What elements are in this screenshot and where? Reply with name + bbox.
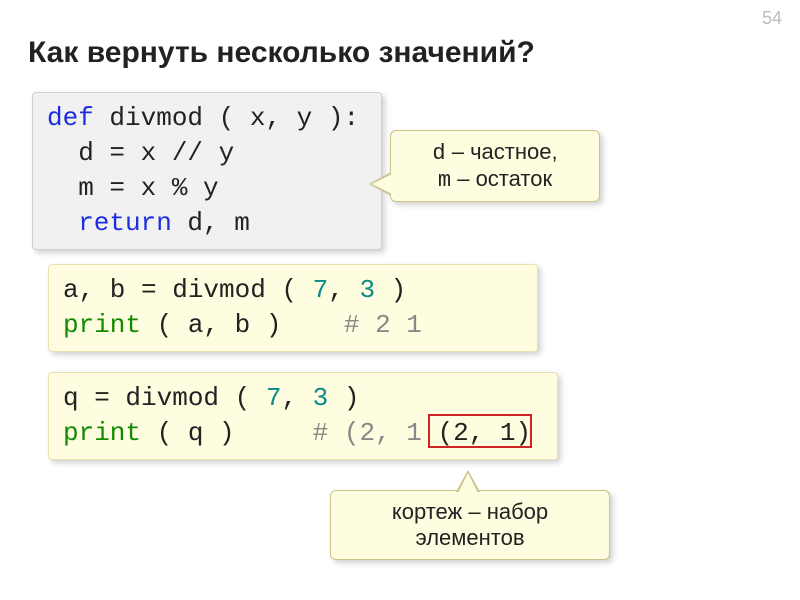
callout-quotient-remainder: d – частное, m – остаток: [390, 130, 600, 202]
num-literal: 3: [359, 275, 375, 305]
callout-tail-fill: [458, 473, 478, 493]
kw-print: print: [63, 310, 141, 340]
code-block-tuple-unpacking: a, b = divmod ( 7, 3 ) print ( a, b ) # …: [48, 264, 538, 352]
callout-text: – частное,: [446, 139, 558, 164]
num-literal: 3: [313, 383, 329, 413]
code-line: d = x // y: [47, 138, 234, 168]
callout-mono: d: [432, 141, 445, 166]
code-text: ): [375, 275, 406, 305]
code-text: ,: [328, 275, 359, 305]
code-line: a, b = divmod (: [63, 275, 313, 305]
callout-mono: m: [438, 168, 451, 193]
code-text: ): [328, 383, 359, 413]
callout-tail-fill: [372, 174, 392, 194]
code-line: m = x % y: [47, 173, 219, 203]
callout-line: m – остаток: [405, 166, 585, 193]
code-fn-sig: divmod ( x, y ):: [94, 103, 359, 133]
code-line: q = divmod (: [63, 383, 266, 413]
code-comment: # 2 1: [344, 310, 422, 340]
callout-line: d – частное,: [405, 139, 585, 166]
highlight-box: [428, 414, 532, 448]
kw-def: def: [47, 103, 94, 133]
num-literal: 7: [313, 275, 329, 305]
code-text: ,: [281, 383, 312, 413]
code-block-function-def: def divmod ( x, y ): d = x // y m = x % …: [32, 92, 382, 250]
kw-print: print: [63, 418, 141, 448]
kw-return: return: [47, 208, 172, 238]
callout-text: – остаток: [451, 166, 552, 191]
code-text: ( q ): [141, 418, 313, 448]
code-text: ( a, b ): [141, 310, 344, 340]
code-comment: # (2, 1: [313, 418, 422, 448]
code-return-args: d, m: [172, 208, 250, 238]
num-literal: 7: [266, 383, 282, 413]
callout-tuple-definition: кортеж – набор элементов: [330, 490, 610, 560]
page-title: Как вернуть несколько значений?: [28, 36, 535, 70]
page-number: 54: [762, 8, 782, 29]
